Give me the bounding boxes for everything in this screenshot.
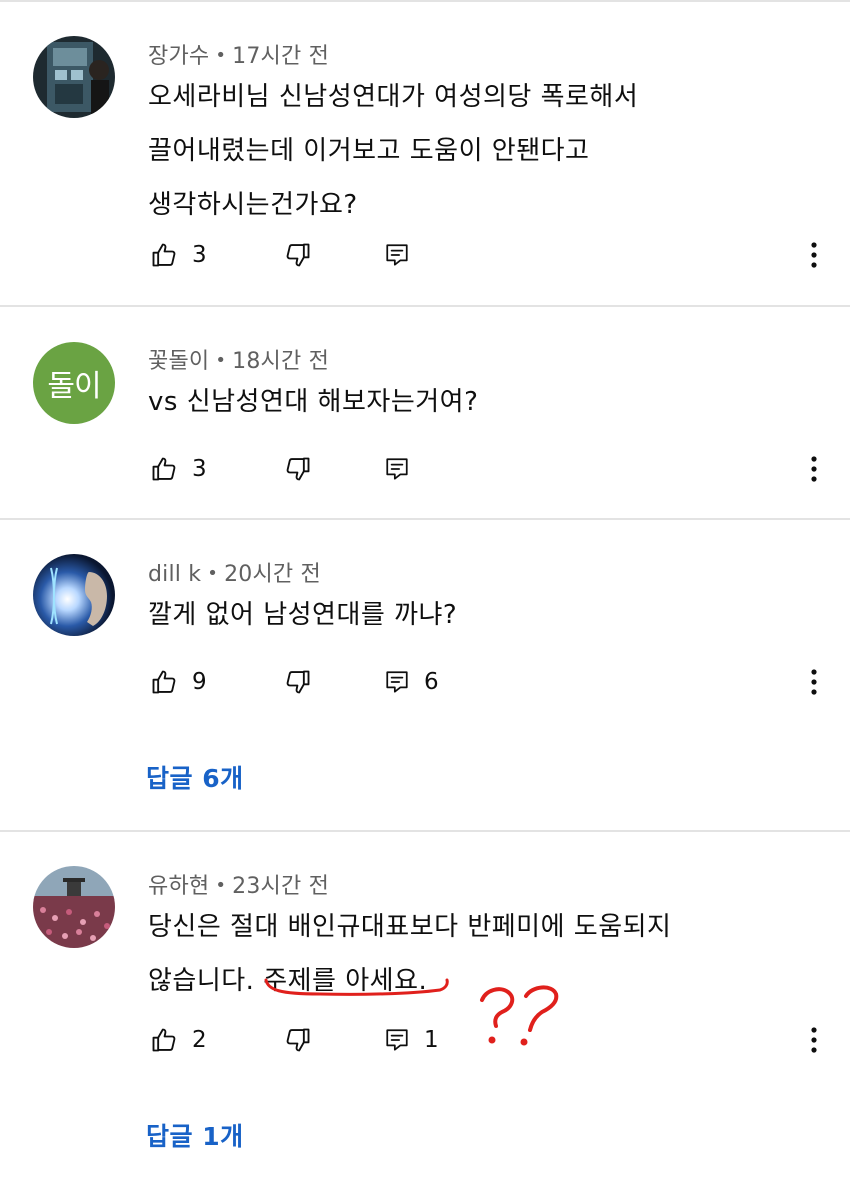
- comment-meta: 유하현 • 23시간 전: [148, 868, 329, 900]
- more-vertical-icon: [811, 242, 817, 268]
- like-count: 9: [192, 669, 207, 695]
- like-button[interactable]: 2: [150, 1020, 207, 1060]
- thumbs-down-icon: [286, 457, 310, 481]
- comment-text: vs 신남성연대 해보자는거여?: [148, 375, 788, 429]
- view-replies-link[interactable]: 답글 1개: [146, 1117, 244, 1153]
- comment-actions: 2 1: [0, 1020, 850, 1060]
- meta-separator: •: [215, 875, 227, 896]
- comment-text-line: vs 신남성연대 해보자는거여?: [148, 387, 479, 417]
- dislike-button[interactable]: [284, 662, 312, 702]
- avatar[interactable]: [33, 36, 115, 118]
- comment-text: 깔게 없어 남성연대를 까냐?: [148, 588, 788, 642]
- avatar[interactable]: [33, 866, 115, 948]
- author-name[interactable]: 꽃돌이: [148, 349, 209, 374]
- comment-meta: 꽃돌이 • 18시간 전: [148, 343, 329, 375]
- more-vertical-icon: [811, 669, 817, 695]
- comment-actions: 3: [0, 449, 850, 489]
- like-button[interactable]: 3: [150, 235, 207, 275]
- more-options-button[interactable]: [800, 449, 828, 489]
- thumbs-down-icon: [286, 1028, 310, 1052]
- like-count: 2: [192, 1027, 207, 1053]
- dislike-button[interactable]: [284, 1020, 312, 1060]
- like-count: 3: [192, 242, 207, 268]
- author-name[interactable]: 유하현: [148, 874, 209, 899]
- comment-text-line: 오세라비님 신남성연대가 여성의당 폭로해서: [148, 82, 639, 112]
- more-options-button[interactable]: [800, 1020, 828, 1060]
- divider: [0, 518, 850, 520]
- meta-separator: •: [215, 45, 227, 66]
- reply-count: 6: [424, 669, 439, 695]
- comment-time[interactable]: 23시간 전: [232, 874, 329, 899]
- thumbs-up-icon: [152, 457, 176, 481]
- comment-time[interactable]: 18시간 전: [232, 349, 329, 374]
- comment-time[interactable]: 20시간 전: [224, 562, 321, 587]
- thumbs-down-icon: [286, 243, 310, 267]
- thumbs-up-icon: [152, 243, 176, 267]
- view-replies-link[interactable]: 답글 6개: [146, 759, 244, 795]
- comment-actions: 9 6: [0, 662, 850, 702]
- comment-text: 오세라비님 신남성연대가 여성의당 폭로해서 끌어내렸는데 이거보고 도움이 안…: [148, 70, 788, 232]
- comment-actions: 3: [0, 235, 850, 275]
- reply-button[interactable]: [384, 449, 410, 489]
- comment-meta: dill k • 20시간 전: [148, 556, 321, 588]
- thumbs-up-icon: [152, 670, 176, 694]
- comment-text-line: 않습니다. 주제를 아세요.: [148, 966, 428, 996]
- author-name[interactable]: dill k: [148, 562, 201, 587]
- reply-button[interactable]: 1: [384, 1020, 439, 1060]
- avatar[interactable]: [33, 554, 115, 636]
- reply-icon: [386, 671, 408, 693]
- more-options-button[interactable]: [800, 662, 828, 702]
- author-name[interactable]: 장가수: [148, 44, 209, 69]
- thumbs-up-icon: [152, 1028, 176, 1052]
- reply-icon: [386, 244, 408, 266]
- reply-count: 1: [424, 1027, 439, 1053]
- reply-icon: [386, 1029, 408, 1051]
- more-vertical-icon: [811, 1027, 817, 1053]
- divider-top: [0, 0, 850, 2]
- comment-meta: 장가수 • 17시간 전: [148, 38, 329, 70]
- reply-button[interactable]: [384, 235, 410, 275]
- like-button[interactable]: 9: [150, 662, 207, 702]
- divider: [0, 305, 850, 307]
- reply-button[interactable]: 6: [384, 662, 439, 702]
- divider: [0, 830, 850, 832]
- like-button[interactable]: 3: [150, 449, 207, 489]
- comment-text-line: 끌어내렸는데 이거보고 도움이 안됀다고: [148, 136, 590, 166]
- comment-text-line: 깔게 없어 남성연대를 까냐?: [148, 600, 458, 630]
- reply-icon: [386, 458, 408, 480]
- comment-time[interactable]: 17시간 전: [232, 44, 329, 69]
- comment-text-line: 당신은 절대 배인규대표보다 반페미에 도움되지: [148, 912, 672, 942]
- more-options-button[interactable]: [800, 235, 828, 275]
- more-vertical-icon: [811, 456, 817, 482]
- comment-text-line: 생각하시는건가요?: [148, 190, 358, 220]
- meta-separator: •: [207, 563, 219, 584]
- avatar[interactable]: 돌이: [33, 342, 115, 424]
- dislike-button[interactable]: [284, 235, 312, 275]
- dislike-button[interactable]: [284, 449, 312, 489]
- comment-text: 당신은 절대 배인규대표보다 반페미에 도움되지 않습니다. 주제를 아세요.: [148, 900, 788, 1008]
- thumbs-down-icon: [286, 670, 310, 694]
- avatar-letter: 돌이: [47, 369, 101, 404]
- meta-separator: •: [215, 350, 227, 371]
- like-count: 3: [192, 456, 207, 482]
